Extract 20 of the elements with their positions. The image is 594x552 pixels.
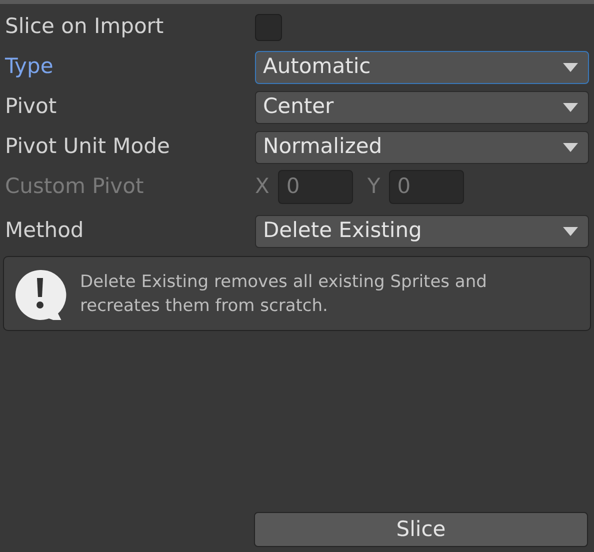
dropdown[interactable]: Normalized [255,130,589,164]
field-label: Custom Pivot [4,173,145,200]
field-label: Type [4,53,54,80]
field-label: Method [4,217,85,244]
field-label: Slice on Import [4,13,165,40]
dropdown[interactable]: Automatic [255,50,589,84]
dropdown[interactable]: Delete Existing [255,214,589,248]
axis-label: Y [367,173,380,200]
field-label: Pivot [4,93,58,120]
dropdown-arrow-icon [563,226,578,236]
warning-icon [14,268,68,320]
dropdown[interactable]: Center [255,90,589,124]
field-label: Pivot Unit Mode [4,133,171,160]
axis-label: X [255,173,270,200]
dropdown-arrow-icon [563,142,578,152]
help-text: Delete Existing removes all existing Sprites and recreates them from scratch. [80,270,488,318]
dropdown-arrow-icon [563,102,578,112]
dropdown-arrow-icon [563,62,578,72]
slice-button[interactable]: Slice [254,512,588,547]
checkbox[interactable] [255,14,282,40]
